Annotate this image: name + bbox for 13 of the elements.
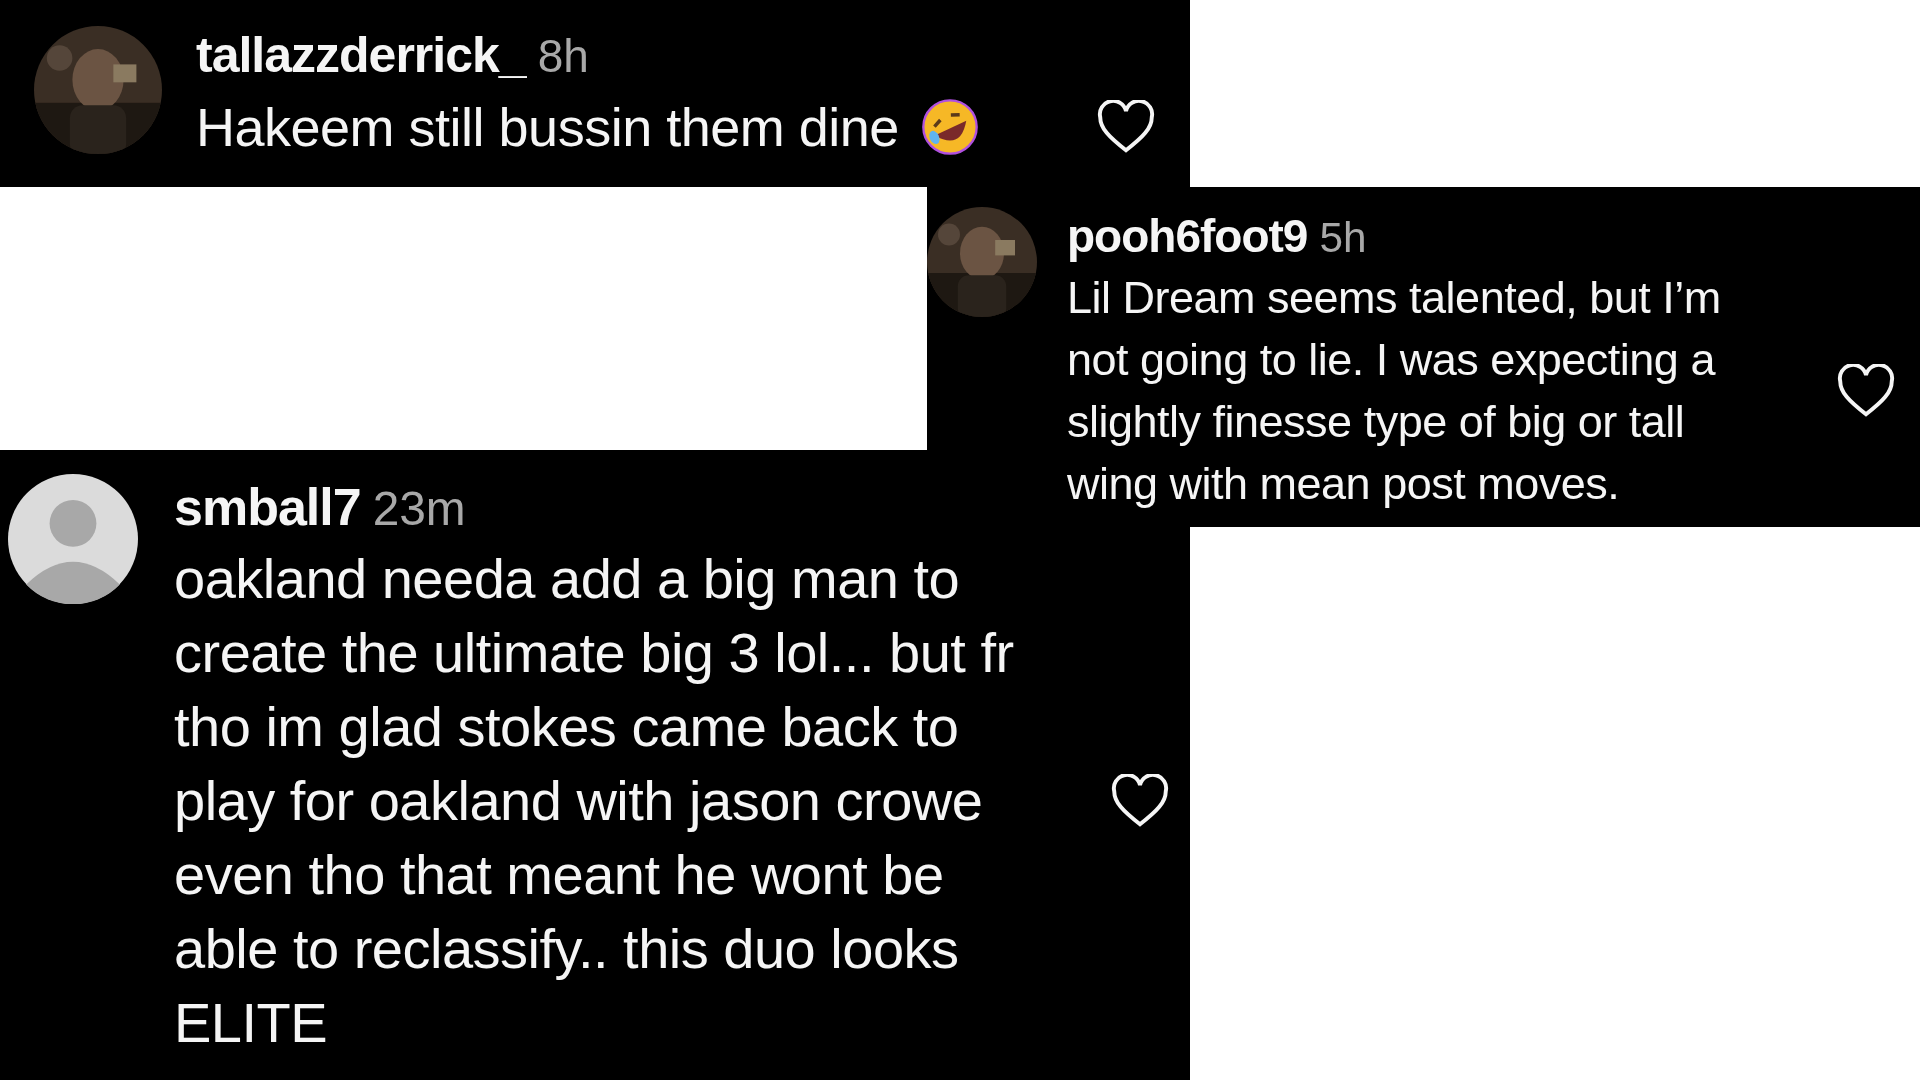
heart-icon[interactable] — [1836, 364, 1896, 418]
comment-text: oakland needa add a big man to create the ultimate big 3 lol... but fr tho im glad stokes came back to play for oakland with jason crowe even tho that meant he wont be able to reclassify.. this duo looks ELITE — [174, 546, 1014, 1056]
avatar-icon — [8, 474, 138, 604]
comment-text: Lil Dream seems talented, but I’m not going to lie. I was expecting a slightly finesse type of big or tall wing with mean post moves. — [1067, 271, 1721, 511]
username[interactable]: pooh6foot9 — [1067, 207, 1308, 265]
heart-icon[interactable] — [1110, 774, 1170, 828]
comment-text: Hakeem still bussin them dine — [196, 96, 899, 159]
username[interactable]: smball7 — [174, 474, 361, 540]
heart-icon[interactable] — [1096, 100, 1156, 154]
comment-time: 5h — [1319, 213, 1367, 263]
comment-time: 8h — [537, 29, 589, 84]
username[interactable]: tallazzderrick_ — [196, 26, 526, 84]
comment-time: 23m — [372, 481, 466, 537]
